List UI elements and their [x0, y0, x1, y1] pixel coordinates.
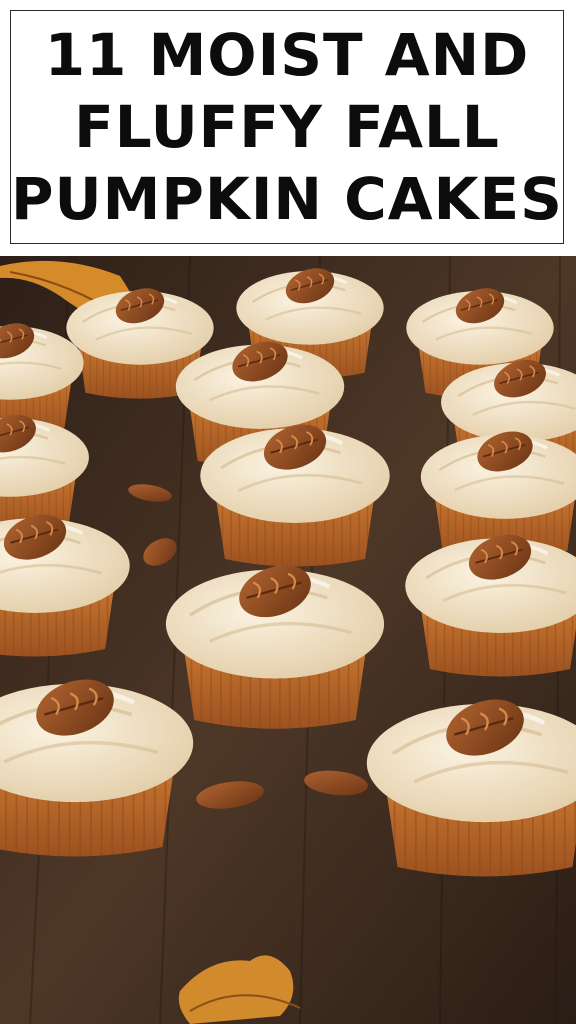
pumpkin-cupcakes-photo [0, 256, 576, 1024]
pin-graphic: 11 MOIST AND FLUFFY FALL PUMPKIN CAKES [0, 0, 576, 1024]
page-title: 11 MOIST AND FLUFFY FALL PUMPKIN CAKES [11, 21, 563, 233]
photo-illustration [0, 256, 576, 1024]
title-box: 11 MOIST AND FLUFFY FALL PUMPKIN CAKES [10, 10, 564, 244]
